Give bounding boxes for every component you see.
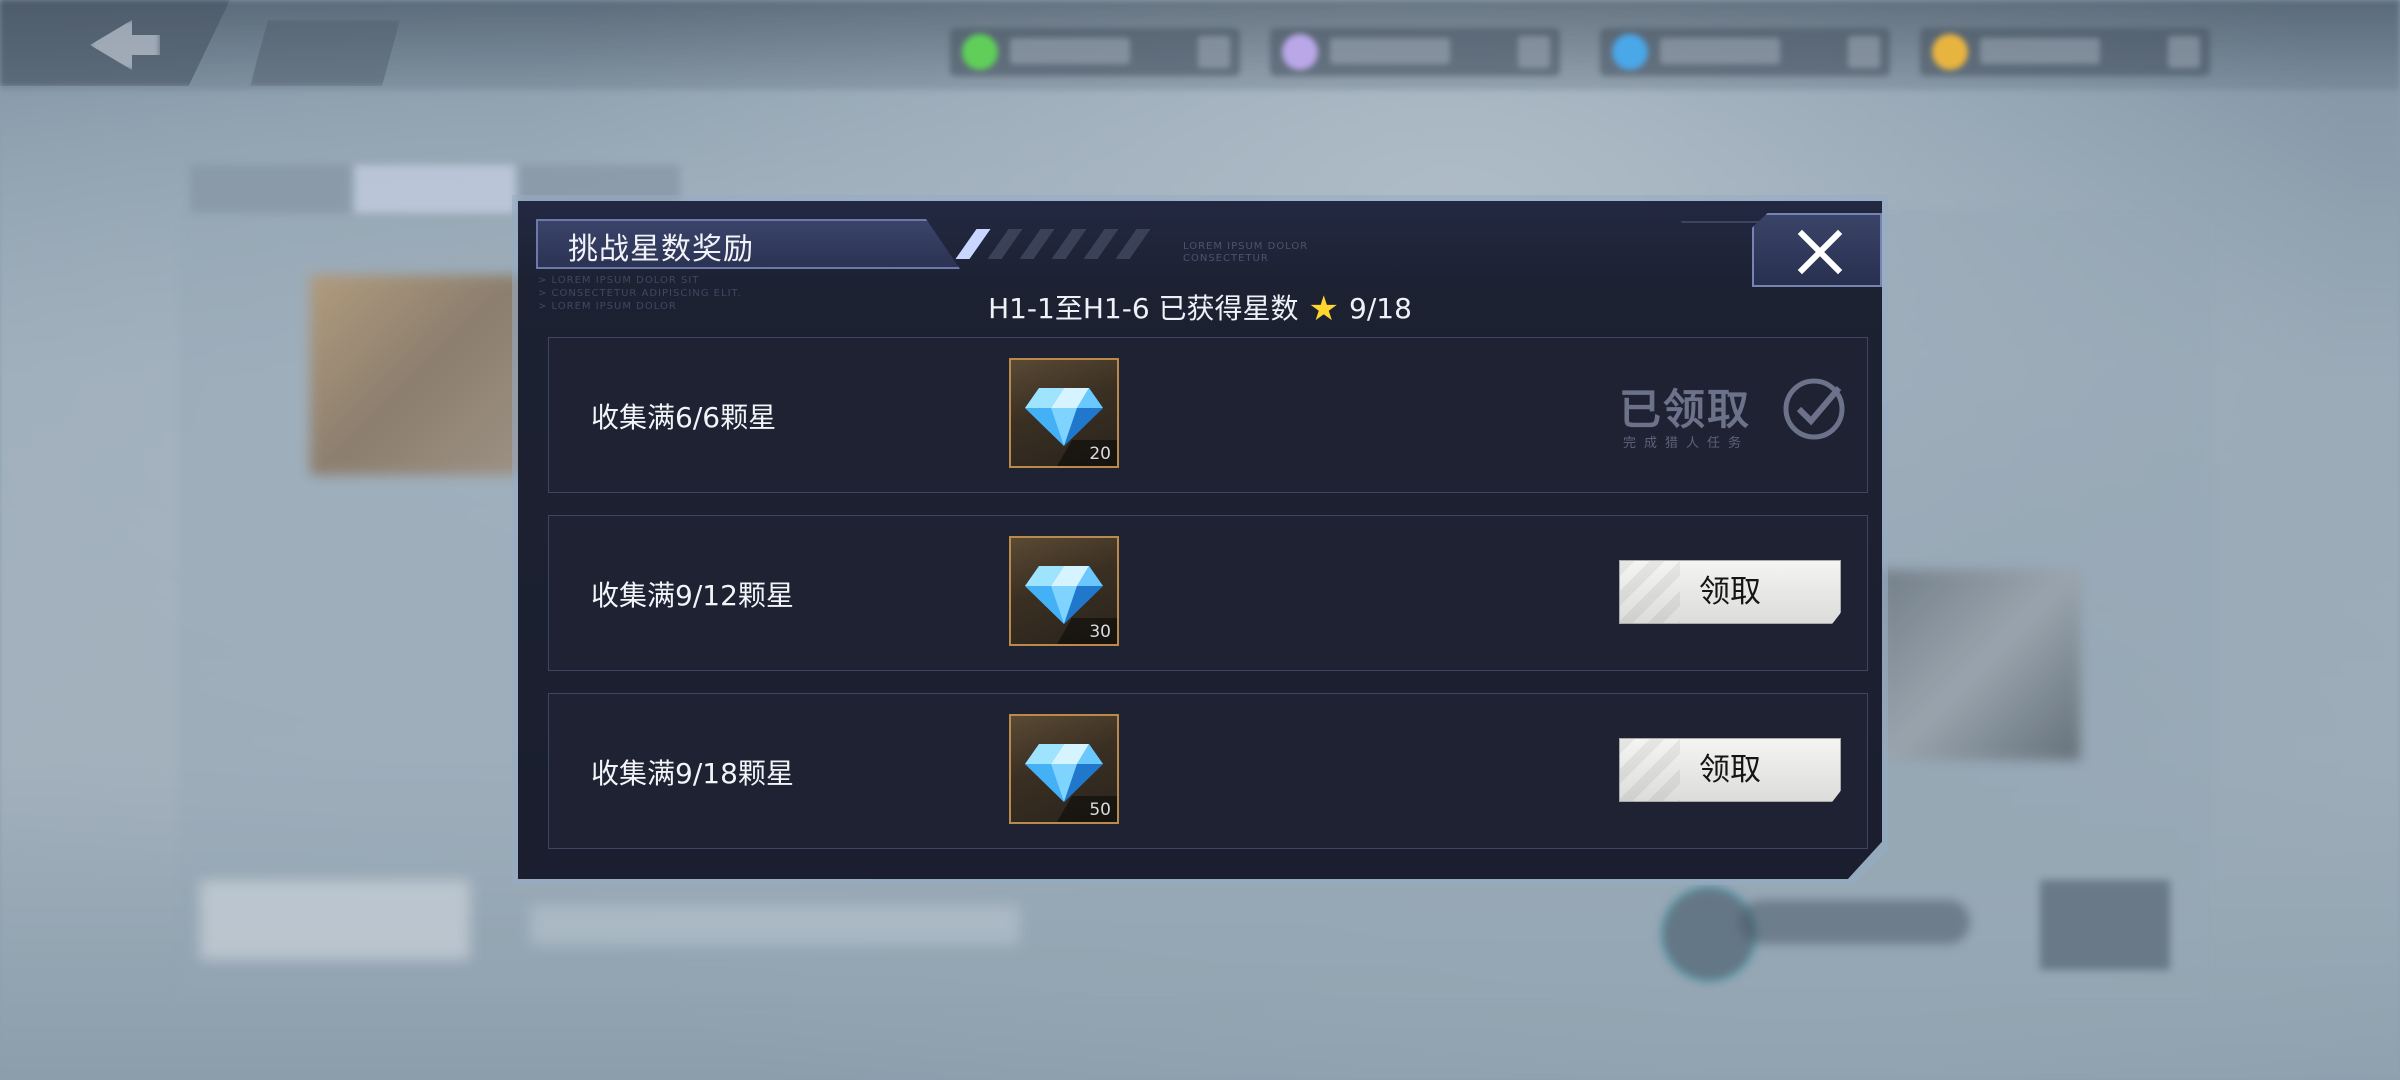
reward-condition: 收集满6/6颗星 xyxy=(591,401,777,434)
star-icon: ★ xyxy=(1308,289,1340,329)
reward-row: 收集满9/18颗星 50 领取 xyxy=(548,693,1868,849)
reward-row: 收集满6/6颗星 20 已领取 完成猎人任务 xyxy=(548,337,1868,493)
claimed-stamp: 已领取 完成猎人任务 xyxy=(1619,376,1859,460)
add-ticket-button[interactable] xyxy=(1848,36,1880,68)
reward-condition: 收集满9/18颗星 xyxy=(591,757,794,790)
dialog-body: 挑战星数奖励 LOREM IPSUM DOLOR CONSECTETUR > L… xyxy=(518,201,1882,879)
claimed-subtext: 完成猎人任务 xyxy=(1623,436,1750,451)
tab-hard[interactable] xyxy=(355,165,515,213)
resource-gold xyxy=(1920,28,2210,76)
close-icon xyxy=(1797,229,1843,275)
gold-icon xyxy=(1932,34,1968,70)
diamond-icon xyxy=(1282,34,1318,70)
stage-card-right[interactable] xyxy=(1880,570,2080,760)
area-title xyxy=(200,880,470,960)
reward-item[interactable]: 20 xyxy=(1009,358,1119,468)
reward-item[interactable]: 30 xyxy=(1009,536,1119,646)
claimed-text: 已领取 xyxy=(1619,385,1752,434)
home-button[interactable] xyxy=(250,20,400,86)
chapter-pill[interactable] xyxy=(1740,900,1970,944)
close-button[interactable] xyxy=(1752,213,1882,287)
resource-stamina xyxy=(950,28,1240,76)
decor-stripes xyxy=(955,229,1158,259)
dialog-title: 挑战星数奖励 xyxy=(568,232,754,267)
reward-count: 20 xyxy=(1089,444,1111,464)
area-subtitle xyxy=(530,905,1020,945)
star-summary: H1-1至H1-6 已获得星数 ★ 9/18 xyxy=(518,287,1882,329)
add-gold-button[interactable] xyxy=(2168,36,2200,68)
summary-stars: 9/18 xyxy=(1349,292,1412,325)
add-diamond-button[interactable] xyxy=(1518,36,1550,68)
claim-button[interactable]: 领取 xyxy=(1619,560,1841,624)
claim-button[interactable]: 领取 xyxy=(1619,738,1841,802)
star-reward-dialog: 挑战星数奖励 LOREM IPSUM DOLOR CONSECTETUR > L… xyxy=(512,195,1888,885)
checkmark-icon xyxy=(1783,378,1845,440)
stamina-icon xyxy=(962,34,998,70)
summary-range: H1-1至H1-6 已获得星数 xyxy=(988,292,1299,325)
mail-icon[interactable] xyxy=(2040,880,2170,970)
decor-text: LOREM IPSUM DOLOR CONSECTETUR xyxy=(1183,241,1309,264)
resource-diamond xyxy=(1270,28,1560,76)
add-stamina-button[interactable] xyxy=(1198,36,1230,68)
reward-count: 50 xyxy=(1089,800,1111,820)
reward-count: 30 xyxy=(1089,622,1111,642)
reward-item[interactable]: 50 xyxy=(1009,714,1119,824)
reward-condition: 收集满9/12颗星 xyxy=(591,579,794,612)
stage-card-left[interactable] xyxy=(310,275,530,475)
resource-ticket xyxy=(1600,28,1890,76)
ticket-icon xyxy=(1612,34,1648,70)
tab-normal[interactable] xyxy=(190,165,350,213)
reward-row: 收集满9/12颗星 30 领取 xyxy=(548,515,1868,671)
